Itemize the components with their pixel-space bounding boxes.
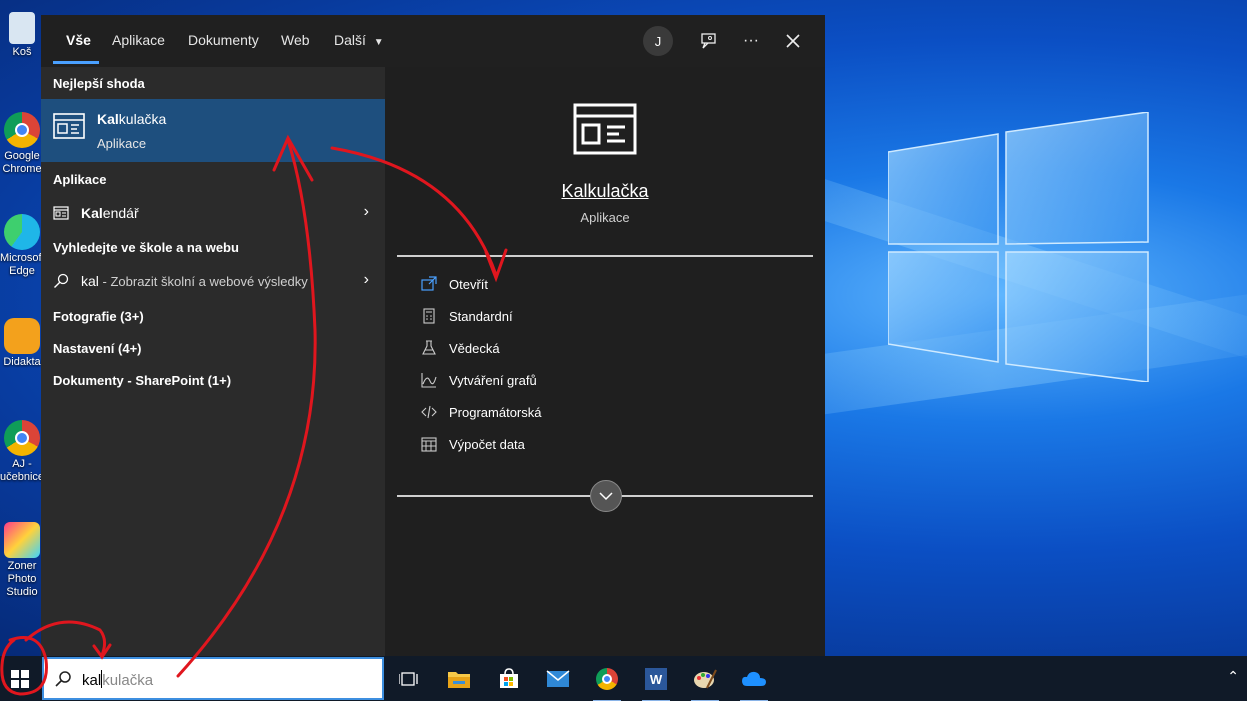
search-tabs-bar: Vše Aplikace Dokumenty Web Další ▼ J ···	[41, 15, 825, 67]
result-web-search[interactable]: kal - Zobrazit školní a webové výsledky …	[41, 265, 385, 297]
category-photos[interactable]: Fotografie (3+)	[53, 309, 144, 324]
action-programmer[interactable]: Programátorská	[421, 401, 781, 425]
taskbar-file-explorer[interactable]	[441, 662, 477, 696]
taskbar-word[interactable]: W	[638, 662, 674, 701]
category-settings[interactable]: Nastavení (4+)	[53, 341, 142, 356]
chrome-icon	[4, 420, 40, 456]
close-icon	[786, 34, 800, 48]
desktop-icon-didakta[interactable]: Didakta	[0, 318, 44, 369]
tab-documents[interactable]: Dokumenty	[188, 32, 259, 48]
preview-divider-top	[397, 255, 813, 257]
mail-icon	[546, 670, 570, 687]
result-calendar[interactable]: Kalendář ›	[41, 197, 385, 229]
best-match-item[interactable]: Kalkulačka Aplikace	[41, 99, 385, 162]
desktop-icons: Koš Google Chrome Microsoft Edge Didakta…	[0, 0, 45, 656]
feedback-button[interactable]	[694, 26, 724, 56]
file-explorer-icon	[448, 672, 470, 688]
tray-overflow-button[interactable]: ⌃	[1227, 668, 1239, 685]
desktop-icon-chrome[interactable]: Google Chrome	[0, 112, 44, 176]
active-tab-indicator	[53, 61, 99, 64]
word-icon: W	[645, 668, 667, 690]
tab-all[interactable]: Vše	[66, 32, 91, 48]
taskbar-task-view[interactable]	[391, 662, 427, 696]
taskbar-search-input[interactable]: kalkulačka	[42, 657, 384, 700]
edge-icon	[4, 214, 40, 250]
feedback-icon	[701, 33, 716, 49]
calendar-icon	[421, 437, 437, 452]
preview-app-type: Aplikace	[580, 210, 630, 225]
calculator-icon	[423, 308, 435, 324]
graph-icon	[421, 373, 437, 388]
action-standard[interactable]: Standardní	[421, 305, 781, 329]
chevron-right-icon: ›	[363, 271, 369, 288]
web-section-label: Vyhledejte ve škole a na webu	[53, 240, 239, 255]
web-search-label: kal - Zobrazit školní a webové výsledky	[81, 273, 308, 289]
action-scientific[interactable]: Vědecká	[421, 337, 781, 361]
action-graphing[interactable]: Vytváření grafů	[421, 369, 781, 393]
taskbar-mail[interactable]	[540, 662, 576, 696]
task-view-icon	[399, 672, 418, 686]
taskbar-chrome[interactable]	[589, 662, 625, 701]
preview-app-name[interactable]: Kalkulačka	[397, 181, 813, 202]
windows-start-icon	[11, 669, 29, 688]
search-query-text: kalkulačka	[82, 670, 154, 689]
onedrive-icon	[742, 671, 766, 686]
results-list: Nejlepší shoda Kalkulačka Aplikace Aplik…	[41, 67, 385, 656]
action-date-calculation[interactable]: Výpočet data	[421, 433, 781, 457]
desktop-icon-aj[interactable]: AJ - učebnice	[0, 420, 44, 484]
chevron-right-icon: ›	[363, 203, 369, 220]
paint-icon	[694, 669, 717, 689]
start-button[interactable]	[0, 656, 40, 701]
tab-web[interactable]: Web	[281, 32, 310, 48]
chevron-down-icon	[599, 492, 613, 501]
search-icon	[54, 273, 69, 288]
taskbar-paint[interactable]	[687, 662, 723, 701]
best-match-name: Kalkulačka	[97, 111, 167, 127]
caret-down-icon: ▼	[373, 37, 384, 48]
result-preview-pane: Kalkulačka Aplikace Otevřít Standardní V…	[397, 79, 813, 656]
owl-icon	[4, 318, 40, 354]
taskbar: kalkulačka W ⌃	[0, 656, 1247, 701]
taskbar-store[interactable]	[491, 662, 527, 696]
expand-button[interactable]	[590, 480, 622, 512]
windows-logo-wallpaper	[888, 112, 1149, 382]
best-match-type: Aplikace	[97, 136, 147, 151]
calendar-app-icon	[53, 206, 69, 220]
zoner-icon	[4, 522, 40, 558]
flask-icon	[422, 340, 436, 355]
category-sharepoint-docs[interactable]: Dokumenty - SharePoint (1+)	[53, 373, 231, 388]
desktop-icon-edge[interactable]: Microsoft Edge	[0, 214, 45, 278]
store-icon	[500, 668, 518, 688]
action-open[interactable]: Otevřít	[421, 273, 781, 297]
calculator-app-icon	[53, 113, 85, 139]
recycle-bin-icon	[9, 12, 35, 44]
calculator-large-icon	[573, 103, 637, 155]
tab-more[interactable]: Další ▼	[334, 32, 384, 48]
tab-apps[interactable]: Aplikace	[112, 32, 165, 48]
start-search-panel: Vše Aplikace Dokumenty Web Další ▼ J ···…	[41, 15, 825, 656]
user-avatar[interactable]: J	[643, 26, 673, 56]
best-match-label: Nejlepší shoda	[53, 76, 145, 91]
search-icon	[55, 671, 71, 687]
taskbar-onedrive[interactable]	[736, 662, 772, 701]
result-calendar-label: Kalendář	[81, 205, 139, 221]
close-button[interactable]	[778, 26, 808, 56]
code-icon	[421, 405, 437, 419]
desktop-icon-recycle-bin[interactable]: Koš	[0, 12, 44, 59]
apps-section-label: Aplikace	[53, 172, 107, 187]
desktop-icon-zoner[interactable]: Zoner Photo Studio	[0, 522, 44, 599]
chrome-icon	[4, 112, 40, 148]
open-icon	[421, 276, 437, 291]
ellipsis-icon: ···	[743, 32, 759, 49]
chrome-icon	[596, 668, 618, 690]
more-options-button[interactable]: ···	[736, 26, 766, 56]
